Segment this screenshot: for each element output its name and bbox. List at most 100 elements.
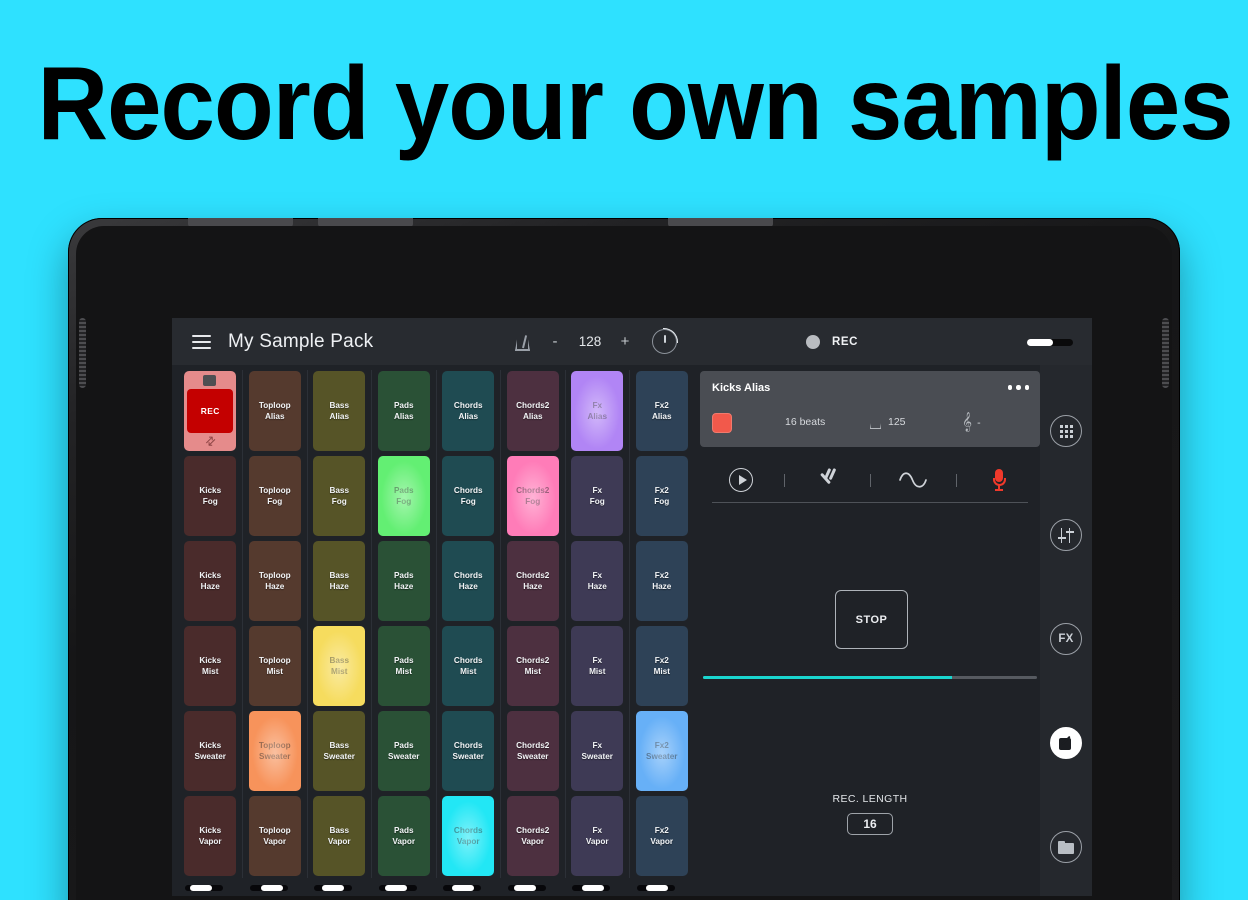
pad[interactable]: Chords2 Vapor	[506, 796, 559, 876]
pad-label: Pads Vapor	[392, 826, 416, 846]
pad[interactable]: Chords Fog	[442, 456, 495, 536]
speaker-right	[1162, 318, 1169, 388]
pad[interactable]: Fx2 Mist	[635, 626, 688, 706]
pad[interactable]: Toploop Alias	[248, 371, 301, 451]
pad[interactable]: Kicks Mist	[184, 626, 237, 706]
edit-pencil-icon	[1058, 735, 1074, 751]
column-scroll-indicator[interactable]	[636, 885, 675, 891]
pad[interactable]: Kicks Haze	[184, 541, 237, 621]
pad-label: Bass Alias	[329, 401, 350, 421]
toolbar-divider	[783, 473, 785, 487]
sample-color-swatch[interactable]	[712, 413, 732, 433]
pad-label: Pads Mist	[393, 656, 414, 676]
pad[interactable]: Chords Haze	[442, 541, 495, 621]
pad[interactable]: Toploop Haze	[248, 541, 301, 621]
pad[interactable]: Toploop Sweater	[248, 711, 301, 791]
tempo-increase-button[interactable]: +	[614, 333, 636, 350]
pad[interactable]: Pads Alias	[377, 371, 430, 451]
pad-column-toploop: Toploop Alias Toploop Fog Toploop Haze Toploop…	[242, 366, 308, 896]
rec-length-caption: REC. LENGTH	[832, 793, 908, 805]
pad[interactable]: Toploop Mist	[248, 626, 301, 706]
grid-view-button[interactable]	[1050, 415, 1082, 447]
pad[interactable]: Pads Sweater	[377, 711, 430, 791]
pad[interactable]: Bass Mist	[313, 626, 366, 706]
pad[interactable]: Chords Vapor	[442, 796, 495, 876]
pad[interactable]: Chords2 Alias	[506, 371, 559, 451]
files-button[interactable]	[1050, 831, 1082, 863]
pad-label: Fx Fog	[589, 486, 605, 506]
pad[interactable]: Fx Alias	[571, 371, 624, 451]
pad[interactable]: Fx Fog	[571, 456, 624, 536]
pad[interactable]: Chords2 Mist	[506, 626, 559, 706]
pad-label: Fx2 Vapor	[650, 826, 674, 846]
record-dot-icon[interactable]	[806, 334, 820, 349]
pad[interactable]: Fx Mist	[571, 626, 624, 706]
column-scroll-indicator[interactable]	[185, 885, 223, 891]
pad[interactable]: Pads Mist	[377, 626, 430, 706]
pad[interactable]: Pads Fog	[377, 456, 430, 536]
recording-progress-bar[interactable]	[703, 676, 1037, 679]
pad[interactable]: Chords2 Haze	[506, 541, 559, 621]
pad-column-chords2: Chords2 Alias Chords2 Fog Chords2 Haze Chords2…	[500, 366, 566, 896]
tempo-value[interactable]: 128	[566, 334, 614, 349]
pad[interactable]: Fx2 Alias	[635, 371, 688, 451]
pad[interactable]: Kicks Fog	[184, 456, 237, 536]
pad[interactable]: Chords2 Sweater	[506, 711, 559, 791]
pad[interactable]: Bass Haze	[313, 541, 366, 621]
pad-label: Chords Fog	[453, 486, 483, 506]
tablet-top-buttons	[68, 218, 1180, 227]
pad[interactable]: Toploop Fog	[248, 456, 301, 536]
right-rail: FX	[1040, 365, 1092, 896]
waveform-icon[interactable]	[898, 465, 928, 495]
pad[interactable]: Bass Sweater	[313, 711, 366, 791]
pad[interactable]: Fx Vapor	[571, 796, 624, 876]
column-scroll-indicator[interactable]	[507, 885, 546, 891]
pad[interactable]: Fx2 Sweater	[635, 711, 688, 791]
sample-beats: 16 beats	[785, 416, 826, 428]
record-pad-button[interactable]: REC	[187, 389, 234, 433]
metronome-icon[interactable]	[515, 332, 530, 351]
pad[interactable]: Bass Alias	[313, 371, 366, 451]
column-scroll-indicator[interactable]	[314, 885, 352, 891]
column-scroll-indicator[interactable]	[249, 885, 288, 891]
stop-button[interactable]: STOP	[835, 590, 908, 649]
sample-key-value: -	[977, 416, 981, 429]
pad[interactable]: Kicks Sweater	[184, 711, 237, 791]
pad[interactable]: Chords Mist	[442, 626, 495, 706]
rec-length-value[interactable]: 16	[847, 813, 893, 835]
pad[interactable]: Fx2 Haze	[635, 541, 688, 621]
record-control[interactable]: REC	[806, 318, 858, 365]
pad[interactable]: Chords2 Fog	[506, 456, 559, 536]
pad[interactable]: Toploop Vapor	[248, 796, 301, 876]
tuning-fork-icon[interactable]	[812, 465, 842, 495]
pad[interactable]: Bass Fog	[313, 456, 366, 536]
play-icon[interactable]	[726, 465, 756, 495]
column-scroll-indicator[interactable]	[378, 885, 417, 891]
fx-button[interactable]: FX	[1050, 623, 1082, 655]
knob-icon[interactable]	[652, 328, 678, 354]
swap-arrows-icon[interactable]: ⇄	[202, 432, 220, 450]
pad[interactable]: Pads Vapor	[377, 796, 430, 876]
pad[interactable]: Kicks Vapor	[184, 796, 237, 876]
volume-slider[interactable]	[1027, 339, 1073, 346]
pad[interactable]: Fx Haze	[571, 541, 624, 621]
pad[interactable]: Bass Vapor	[313, 796, 366, 876]
column-scroll-indicator[interactable]	[572, 885, 610, 891]
edit-button[interactable]	[1050, 727, 1082, 759]
pad-label: Kicks Fog	[199, 486, 222, 506]
hamburger-icon[interactable]	[192, 334, 211, 349]
tempo-decrease-button[interactable]: -	[544, 333, 566, 350]
pad[interactable]: Chords Sweater	[442, 711, 495, 791]
pad[interactable]: Chords Alias	[442, 371, 495, 451]
column-scroll-indicator[interactable]	[443, 885, 481, 891]
pad-label: Bass Haze	[329, 571, 350, 591]
pad[interactable]: Fx2 Fog	[635, 456, 688, 536]
mixer-button[interactable]	[1050, 519, 1082, 551]
record-pad[interactable]: REC ⇄	[184, 371, 237, 451]
pad[interactable]: Fx Sweater	[571, 711, 624, 791]
more-options-icon[interactable]	[1007, 385, 1029, 390]
pad[interactable]: Fx2 Vapor	[635, 796, 688, 876]
pad[interactable]: Pads Haze	[377, 541, 430, 621]
sliders-icon	[1057, 527, 1075, 543]
microphone-icon[interactable]	[984, 465, 1014, 495]
